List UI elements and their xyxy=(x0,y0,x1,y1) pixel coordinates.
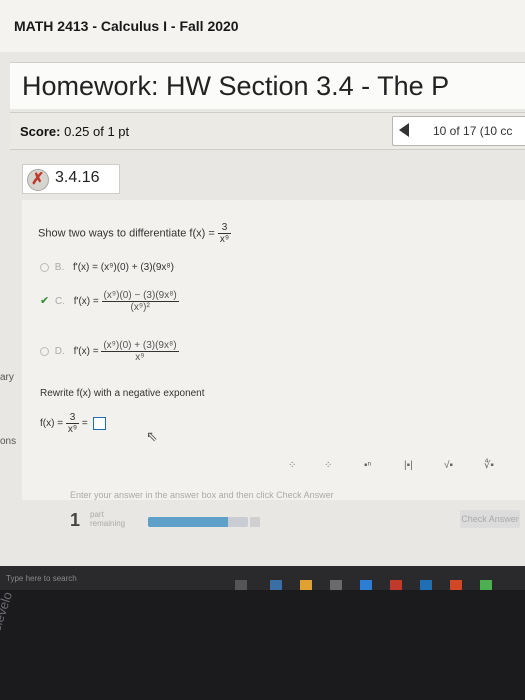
store-icon[interactable] xyxy=(330,580,342,590)
answer-row: f(x) = 3 x⁹ = xyxy=(40,412,106,435)
parts-label-2: remaining xyxy=(90,519,126,528)
question-function-den: x⁹ xyxy=(219,234,230,245)
sidebar-text-1: ary xyxy=(0,372,14,383)
watermark: @caslevelo xyxy=(0,589,16,659)
option-b-letter: B. xyxy=(54,262,65,273)
question-panel: Show two ways to differentiate f(x) = 3 … xyxy=(22,200,525,500)
option-d-den: x⁹ xyxy=(135,352,145,363)
correct-check-icon: ✔ xyxy=(40,295,50,308)
option-c-den: (x⁹)² xyxy=(130,302,150,313)
incorrect-status-icon: ✗ xyxy=(27,169,49,191)
parts-remaining-label: part remaining xyxy=(90,510,125,528)
answer-lhs: f(x) = xyxy=(40,418,64,430)
homework-title: Homework: HW Section 3.4 - The P xyxy=(22,71,450,101)
answer-equals: = xyxy=(81,418,88,430)
mixed-number-tool[interactable]: ⁘ xyxy=(324,460,332,471)
answer-fraction-den: x⁹ xyxy=(67,424,78,435)
word-icon[interactable] xyxy=(420,580,432,590)
option-c-lhs: f'(x) = xyxy=(73,296,99,308)
homework-title-bar: Homework: HW Section 3.4 - The P xyxy=(10,62,525,109)
sidebar-text-2: ons xyxy=(0,436,17,447)
check-answer-button[interactable]: Check Answer xyxy=(460,510,520,528)
option-d-lhs: f'(x) = xyxy=(73,346,99,358)
option-c-fraction: (x⁹)(0) − (3)(9x⁸) (x⁹)² xyxy=(101,290,179,313)
answer-hint: Enter your answer in the answer box and … xyxy=(70,490,334,500)
previous-question-icon[interactable] xyxy=(399,123,409,137)
taskbar-search[interactable]: Type here to search xyxy=(6,574,77,583)
option-d-fraction: (x⁹)(0) + (3)(9x⁸) x⁹ xyxy=(101,340,179,363)
answer-fraction-num: 3 xyxy=(65,412,80,424)
option-c-letter: C. xyxy=(55,296,65,308)
option-d[interactable]: D. f'(x) = (x⁹)(0) + (3)(9x⁸) x⁹ xyxy=(40,340,179,363)
parts-label-1: part xyxy=(90,510,104,519)
progress-bar-end xyxy=(250,517,260,527)
chrome-icon[interactable] xyxy=(480,580,492,590)
option-c[interactable]: ✔ C. f'(x) = (x⁹)(0) − (3)(9x⁸) (x⁹)² xyxy=(40,290,179,313)
question-counter[interactable]: 10 of 17 (10 cc xyxy=(433,124,512,138)
mouse-pointer-icon: ⇖ xyxy=(146,428,158,444)
question-prompt: Show two ways to differentiate f(x) = 3 … xyxy=(38,222,232,245)
absolute-value-tool[interactable]: |▪| xyxy=(404,460,413,471)
course-title: MATH 2413 - Calculus I - Fall 2020 xyxy=(14,18,239,34)
answer-fraction: 3 x⁹ xyxy=(65,412,80,435)
question-function: 3 x⁹ xyxy=(217,222,232,245)
question-navigator[interactable]: 10 of 17 (10 cc xyxy=(392,116,525,146)
score-label: Score: xyxy=(20,124,61,139)
option-b-radio[interactable] xyxy=(40,262,49,272)
rewrite-instruction: Rewrite f(x) with a negative exponent xyxy=(40,388,205,399)
question-prompt-text: Show two ways to differentiate f(x) = xyxy=(38,227,215,240)
option-d-num: (x⁹)(0) + (3)(9x⁸) xyxy=(101,340,179,352)
mail-icon[interactable] xyxy=(360,580,372,590)
option-b[interactable]: B. f'(x) = (x⁹)(0) + (3)(9x⁸) xyxy=(40,262,174,273)
app-icon[interactable] xyxy=(390,580,402,590)
question-id-box: ✗ 3.4.16 xyxy=(22,164,120,194)
parts-progress-fill xyxy=(148,517,228,527)
browser-screen: MATH 2413 - Calculus I - Fall 2020 Homew… xyxy=(0,0,525,590)
task-view-icon[interactable] xyxy=(235,580,247,590)
parts-progress-bar xyxy=(148,517,248,527)
math-toolbar: ⁘ ⁘ ▪ⁿ |▪| √▪ ∜▪ xyxy=(280,460,520,480)
question-function-num: 3 xyxy=(217,222,232,234)
score: Score: 0.25 of 1 pt xyxy=(20,124,129,139)
course-header: MATH 2413 - Calculus I - Fall 2020 xyxy=(0,0,525,52)
option-d-radio[interactable] xyxy=(40,347,49,356)
edge-icon[interactable] xyxy=(270,580,282,590)
option-d-letter: D. xyxy=(54,346,65,358)
score-value: 0.25 of 1 pt xyxy=(64,124,130,139)
file-explorer-icon[interactable] xyxy=(300,580,312,590)
option-b-expr: f'(x) = (x⁹)(0) + (3)(9x⁸) xyxy=(73,262,174,273)
nth-root-tool[interactable]: ∜▪ xyxy=(484,460,494,471)
fraction-tool[interactable]: ⁘ xyxy=(288,460,296,471)
square-root-tool[interactable]: √▪ xyxy=(444,460,453,471)
powerpoint-icon[interactable] xyxy=(450,580,462,590)
option-c-num: (x⁹)(0) − (3)(9x⁸) xyxy=(101,290,179,302)
answer-input[interactable] xyxy=(92,417,106,430)
exponent-tool[interactable]: ▪ⁿ xyxy=(364,460,371,471)
question-id: 3.4.16 xyxy=(55,169,100,186)
parts-remaining-count: 1 xyxy=(70,510,81,530)
windows-taskbar: Type here to search xyxy=(0,566,525,590)
